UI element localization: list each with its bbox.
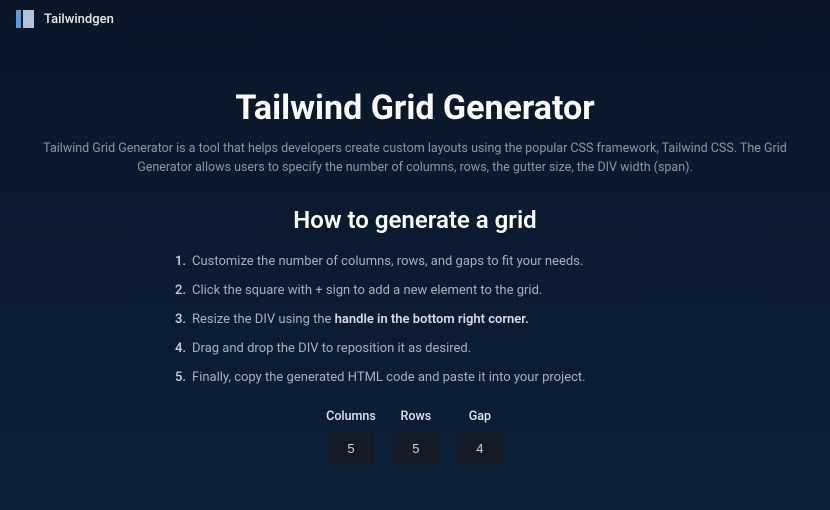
steps-list: 1. Customize the number of columns, rows… — [175, 254, 655, 385]
grid-controls: Columns Rows Gap — [40, 409, 790, 466]
step-item: 2. Click the square with + sign to add a… — [175, 283, 655, 298]
step-text: Resize the DIV using the handle in the b… — [192, 312, 529, 327]
gap-input[interactable] — [456, 432, 504, 466]
step-number: 1. — [175, 254, 186, 269]
header: Tailwindgen — [0, 0, 830, 38]
columns-input[interactable] — [327, 432, 375, 466]
step-text: Finally, copy the generated HTML code an… — [192, 370, 586, 385]
step-number: 4. — [175, 341, 186, 356]
step-item: 5. Finally, copy the generated HTML code… — [175, 370, 655, 385]
step-number: 5. — [175, 370, 186, 385]
step-text: Click the square with + sign to add a ne… — [192, 283, 542, 298]
gap-label: Gap — [469, 409, 491, 424]
rows-label: Rows — [400, 409, 431, 424]
rows-control: Rows — [392, 409, 440, 466]
step-item: 4. Drag and drop the DIV to reposition i… — [175, 341, 655, 356]
step-number: 3. — [175, 312, 186, 327]
brand-name: Tailwindgen — [44, 12, 114, 27]
page-description: Tailwind Grid Generator is a tool that h… — [40, 140, 790, 178]
page-title: Tailwind Grid Generator — [40, 88, 790, 128]
gap-control: Gap — [456, 409, 504, 466]
rows-input[interactable] — [392, 432, 440, 466]
step-text: Drag and drop the DIV to reposition it a… — [192, 341, 471, 356]
columns-control: Columns — [326, 409, 376, 466]
columns-label: Columns — [326, 409, 376, 424]
step-item: 1. Customize the number of columns, rows… — [175, 254, 655, 269]
logo-icon — [16, 10, 34, 28]
section-subtitle: How to generate a grid — [40, 206, 790, 234]
step-text: Customize the number of columns, rows, a… — [192, 254, 583, 269]
step-item: 3. Resize the DIV using the handle in th… — [175, 312, 655, 327]
step-number: 2. — [175, 283, 186, 298]
main-content: Tailwind Grid Generator Tailwind Grid Ge… — [0, 38, 830, 466]
